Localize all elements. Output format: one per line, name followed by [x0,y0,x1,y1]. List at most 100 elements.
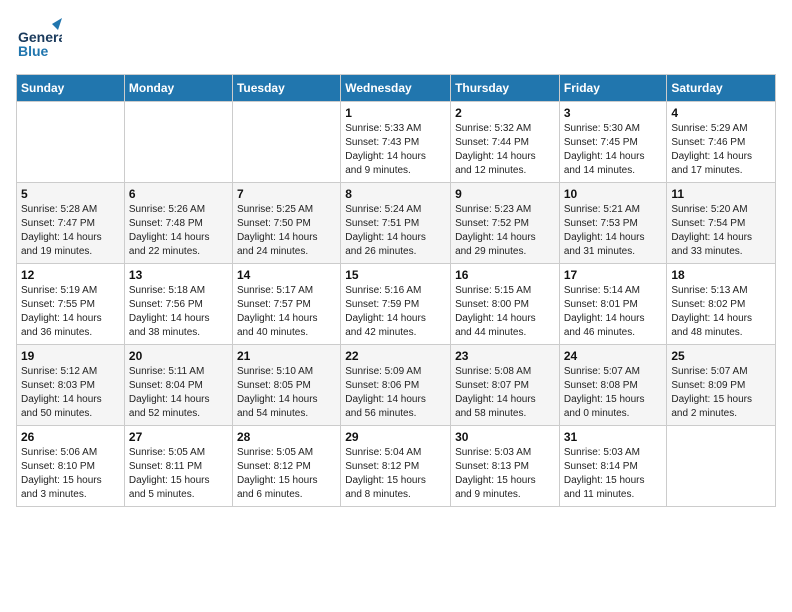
day-number: 28 [237,430,336,444]
calendar-cell: 14Sunrise: 5:17 AM Sunset: 7:57 PM Dayli… [232,264,340,345]
day-info: Sunrise: 5:17 AM Sunset: 7:57 PM Dayligh… [237,284,336,340]
calendar-cell: 12 Sunrise: 5:19 AM Sunset: 7:55 PM Dayli… [17,264,125,345]
calendar-week-1: 1 Sunrise: 5:33 AM Sunset: 7:43 PM Daylig… [17,102,776,183]
svg-text:Blue: Blue [18,43,49,59]
day-info: Sunrise: 5:33 AM Sunset: 7:43 PM Dayligh… [345,122,446,178]
day-info: Sunrise: 5:04 AM Sunset: 8:12 PM Dayligh… [345,446,446,502]
day-info: Sunrise: 5:21 AM Sunset: 7:53 PM Dayligh… [564,203,663,259]
calendar-cell: 25 Sunrise: 5:07 AM Sunset: 8:09 PM Dayli… [667,345,776,426]
calendar-table: SundayMondayTuesdayWednesdayThursdayFrid… [16,74,776,507]
page-header: General Blue [16,16,776,62]
day-number: 23 [455,349,555,363]
day-info: Sunrise: 5:05 AM Sunset: 8:11 PM Dayligh… [129,446,228,502]
day-number: 19 [21,349,120,363]
day-number: 10 [564,187,663,201]
day-info: Sunrise: 5:12 AM Sunset: 8:03 PM Dayligh… [21,365,120,421]
calendar-week-5: 26 Sunrise: 5:06 AM Sunset: 8:10 PM Dayli… [17,426,776,507]
day-info: Sunrise: 5:18 AM Sunset: 7:56 PM Dayligh… [129,284,228,340]
calendar-week-3: 12 Sunrise: 5:19 AM Sunset: 7:55 PM Dayli… [17,264,776,345]
day-number: 24 [564,349,663,363]
calendar-cell: 11Sunrise: 5:20 AM Sunset: 7:54 PM Dayli… [667,183,776,264]
day-info: Sunrise: 5:25 AM Sunset: 7:50 PM Dayligh… [237,203,336,259]
day-info: Sunrise: 5:10 AM Sunset: 8:05 PM Dayligh… [237,365,336,421]
day-info: Sunrise: 5:09 AM Sunset: 8:06 PM Dayligh… [345,365,446,421]
calendar-cell [667,426,776,507]
day-info: Sunrise: 5:30 AM Sunset: 7:45 PM Dayligh… [564,122,663,178]
day-header-saturday: Saturday [667,75,776,102]
calendar-cell: 31Sunrise: 5:03 AM Sunset: 8:14 PM Dayli… [559,426,667,507]
day-info: Sunrise: 5:05 AM Sunset: 8:12 PM Dayligh… [237,446,336,502]
day-info: Sunrise: 5:19 AM Sunset: 7:55 PM Dayligh… [21,284,120,340]
day-info: Sunrise: 5:15 AM Sunset: 8:00 PM Dayligh… [455,284,555,340]
day-number: 12 [21,268,120,282]
calendar-cell: 3Sunrise: 5:30 AM Sunset: 7:45 PM Daylig… [559,102,667,183]
calendar-cell: 20Sunrise: 5:11 AM Sunset: 8:04 PM Dayli… [124,345,232,426]
calendar-cell: 30 Sunrise: 5:03 AM Sunset: 8:13 PM Dayli… [451,426,560,507]
day-number: 21 [237,349,336,363]
day-number: 5 [21,187,120,201]
calendar-cell [17,102,125,183]
day-number: 29 [345,430,446,444]
calendar-cell: 13 Sunrise: 5:18 AM Sunset: 7:56 PM Dayli… [124,264,232,345]
day-info: Sunrise: 5:08 AM Sunset: 8:07 PM Dayligh… [455,365,555,421]
calendar-cell: 7 Sunrise: 5:25 AM Sunset: 7:50 PM Daylig… [232,183,340,264]
day-number: 31 [564,430,663,444]
day-number: 4 [671,106,771,120]
calendar-cell: 26 Sunrise: 5:06 AM Sunset: 8:10 PM Dayli… [17,426,125,507]
day-number: 25 [671,349,771,363]
day-info: Sunrise: 5:07 AM Sunset: 8:09 PM Dayligh… [671,365,771,421]
day-header-tuesday: Tuesday [232,75,340,102]
day-number: 11 [671,187,771,201]
calendar-cell: 4 Sunrise: 5:29 AM Sunset: 7:46 PM Daylig… [667,102,776,183]
calendar-cell: 22 Sunrise: 5:09 AM Sunset: 8:06 PM Dayli… [341,345,451,426]
day-number: 26 [21,430,120,444]
day-number: 30 [455,430,555,444]
day-header-wednesday: Wednesday [341,75,451,102]
calendar-cell: 17 Sunrise: 5:14 AM Sunset: 8:01 PM Dayli… [559,264,667,345]
day-number: 6 [129,187,228,201]
day-number: 2 [455,106,555,120]
calendar-cell: 24 Sunrise: 5:07 AM Sunset: 8:08 PM Dayli… [559,345,667,426]
day-header-monday: Monday [124,75,232,102]
calendar-cell: 19 Sunrise: 5:12 AM Sunset: 8:03 PM Dayli… [17,345,125,426]
calendar-cell: 23 Sunrise: 5:08 AM Sunset: 8:07 PM Dayli… [451,345,560,426]
calendar-cell: 29 Sunrise: 5:04 AM Sunset: 8:12 PM Dayli… [341,426,451,507]
day-number: 15 [345,268,446,282]
day-header-friday: Friday [559,75,667,102]
day-number: 9 [455,187,555,201]
day-number: 8 [345,187,446,201]
day-number: 1 [345,106,446,120]
day-info: Sunrise: 5:07 AM Sunset: 8:08 PM Dayligh… [564,365,663,421]
day-info: Sunrise: 5:13 AM Sunset: 8:02 PM Dayligh… [671,284,771,340]
calendar-cell [232,102,340,183]
day-info: Sunrise: 5:16 AM Sunset: 7:59 PM Dayligh… [345,284,446,340]
day-number: 20 [129,349,228,363]
calendar-cell: 2 Sunrise: 5:32 AM Sunset: 7:44 PM Daylig… [451,102,560,183]
calendar-cell: 16 Sunrise: 5:15 AM Sunset: 8:00 PM Dayli… [451,264,560,345]
day-number: 13 [129,268,228,282]
calendar-cell: 15 Sunrise: 5:16 AM Sunset: 7:59 PM Dayli… [341,264,451,345]
day-number: 17 [564,268,663,282]
day-info: Sunrise: 5:14 AM Sunset: 8:01 PM Dayligh… [564,284,663,340]
day-info: Sunrise: 5:24 AM Sunset: 7:51 PM Dayligh… [345,203,446,259]
day-info: Sunrise: 5:06 AM Sunset: 8:10 PM Dayligh… [21,446,120,502]
calendar-cell: 5 Sunrise: 5:28 AM Sunset: 7:47 PM Daylig… [17,183,125,264]
day-info: Sunrise: 5:32 AM Sunset: 7:44 PM Dayligh… [455,122,555,178]
calendar-cell: 8 Sunrise: 5:24 AM Sunset: 7:51 PM Daylig… [341,183,451,264]
calendar-cell: 10 Sunrise: 5:21 AM Sunset: 7:53 PM Dayli… [559,183,667,264]
day-info: Sunrise: 5:29 AM Sunset: 7:46 PM Dayligh… [671,122,771,178]
day-number: 22 [345,349,446,363]
calendar-header-row: SundayMondayTuesdayWednesdayThursdayFrid… [17,75,776,102]
calendar-week-2: 5 Sunrise: 5:28 AM Sunset: 7:47 PM Daylig… [17,183,776,264]
day-number: 18 [671,268,771,282]
calendar-cell: 6 Sunrise: 5:26 AM Sunset: 7:48 PM Daylig… [124,183,232,264]
day-info: Sunrise: 5:26 AM Sunset: 7:48 PM Dayligh… [129,203,228,259]
day-number: 7 [237,187,336,201]
calendar-cell: 21 Sunrise: 5:10 AM Sunset: 8:05 PM Dayli… [232,345,340,426]
calendar-cell: 27Sunrise: 5:05 AM Sunset: 8:11 PM Dayli… [124,426,232,507]
logo-icon: General Blue [16,16,62,62]
day-info: Sunrise: 5:28 AM Sunset: 7:47 PM Dayligh… [21,203,120,259]
day-info: Sunrise: 5:03 AM Sunset: 8:13 PM Dayligh… [455,446,555,502]
calendar-cell [124,102,232,183]
day-number: 16 [455,268,555,282]
